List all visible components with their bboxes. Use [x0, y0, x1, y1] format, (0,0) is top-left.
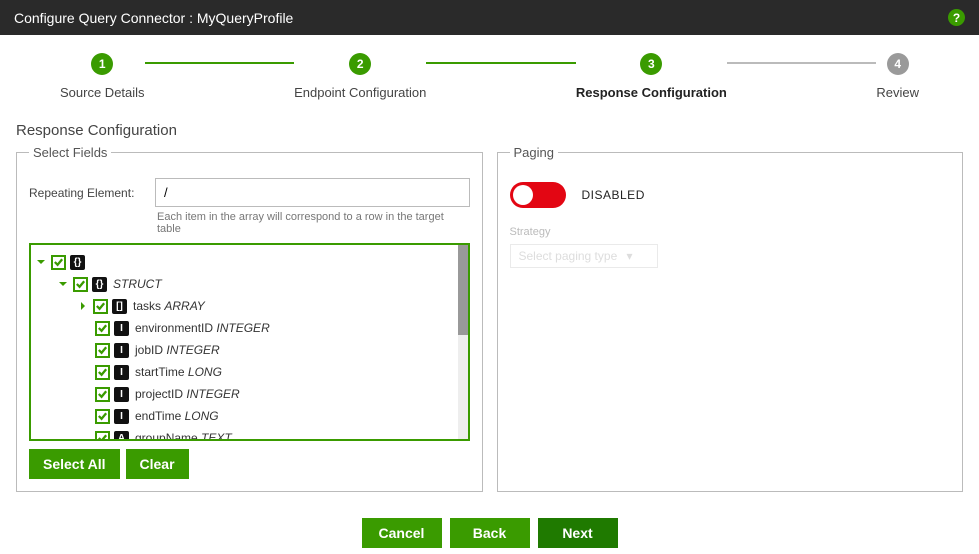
node-name: tasks ARRAY: [133, 299, 205, 313]
cancel-button[interactable]: Cancel: [362, 518, 442, 548]
strategy-placeholder: Select paging type: [519, 249, 618, 263]
step-circle: 3: [640, 53, 662, 75]
step-review[interactable]: 4 Review: [876, 53, 919, 100]
tree-row-field[interactable]: I jobID INTEGER: [35, 339, 454, 361]
repeating-element-label: Repeating Element:: [29, 186, 147, 200]
checkbox[interactable]: [73, 277, 88, 292]
select-all-button[interactable]: Select All: [29, 449, 120, 479]
type-badge-integer-icon: I: [114, 321, 129, 336]
node-label: STRUCT: [113, 277, 162, 291]
type-badge-integer-icon: I: [114, 409, 129, 424]
node-name: startTime LONG: [135, 365, 222, 379]
modal-title: Configure Query Connector : MyQueryProfi…: [14, 10, 293, 26]
type-badge-array-icon: []: [112, 299, 127, 314]
step-response-config[interactable]: 3 Response Configuration: [576, 53, 727, 100]
tree-scrollbar[interactable]: [458, 245, 468, 439]
tree-row-field[interactable]: I startTime LONG: [35, 361, 454, 383]
tree-scrollbar-thumb[interactable]: [458, 245, 468, 335]
tree-row-struct[interactable]: {} STRUCT: [35, 273, 454, 295]
tree-row-field[interactable]: I endTime LONG: [35, 405, 454, 427]
type-badge-text-icon: A: [114, 431, 129, 442]
chevron-down-icon: ▾: [626, 249, 632, 263]
step-source-details[interactable]: 1 Source Details: [60, 53, 145, 100]
checkbox[interactable]: [95, 365, 110, 380]
node-name: jobID INTEGER: [135, 343, 220, 357]
wizard-stepper: 1 Source Details 2 Endpoint Configuratio…: [0, 35, 979, 122]
checkbox[interactable]: [95, 409, 110, 424]
select-fields-panel: Select Fields Repeating Element: Each it…: [16, 145, 483, 492]
step-connector: [426, 62, 576, 64]
step-label: Source Details: [60, 85, 145, 100]
checkbox[interactable]: [51, 255, 66, 270]
step-connector: [727, 62, 877, 64]
type-badge-object-icon: {}: [92, 277, 107, 292]
back-button[interactable]: Back: [450, 518, 530, 548]
step-circle: 2: [349, 53, 371, 75]
next-button[interactable]: Next: [538, 518, 618, 548]
chevron-right-icon[interactable]: [77, 300, 89, 312]
strategy-label: Strategy: [510, 226, 951, 238]
chevron-down-icon[interactable]: [57, 278, 69, 290]
modal-header: Configure Query Connector : MyQueryProfi…: [0, 0, 979, 35]
paging-legend: Paging: [510, 145, 558, 160]
checkbox[interactable]: [95, 387, 110, 402]
type-badge-integer-icon: I: [114, 365, 129, 380]
step-label: Review: [876, 85, 919, 100]
type-badge-integer-icon: I: [114, 343, 129, 358]
checkbox[interactable]: [95, 343, 110, 358]
wizard-footer: Cancel Back Next: [0, 504, 979, 554]
node-name: environmentID INTEGER: [135, 321, 270, 335]
tree-row-tasks[interactable]: [] tasks ARRAY: [35, 295, 454, 317]
node-name: groupName TEXT: [135, 431, 232, 441]
checkbox[interactable]: [93, 299, 108, 314]
node-name: endTime LONG: [135, 409, 219, 423]
step-connector: [145, 62, 295, 64]
tree-row-field[interactable]: I projectID INTEGER: [35, 383, 454, 405]
section-title: Response Configuration: [16, 122, 963, 139]
step-circle: 1: [91, 53, 113, 75]
help-icon[interactable]: ?: [948, 9, 965, 26]
type-badge-integer-icon: I: [114, 387, 129, 402]
repeating-element-hint: Each item in the array will correspond t…: [157, 211, 470, 235]
step-label: Endpoint Configuration: [294, 85, 426, 100]
type-badge-object-icon: {}: [70, 255, 85, 270]
checkbox[interactable]: [95, 431, 110, 442]
chevron-down-icon[interactable]: [35, 256, 47, 268]
tree-row-field[interactable]: A groupName TEXT: [35, 427, 454, 441]
clear-button[interactable]: Clear: [126, 449, 189, 479]
paging-toggle-label: DISABLED: [582, 188, 645, 202]
paging-toggle[interactable]: [510, 182, 566, 208]
toggle-knob-icon: [513, 185, 533, 205]
checkbox[interactable]: [95, 321, 110, 336]
strategy-select: Select paging type ▾: [510, 244, 658, 268]
select-fields-legend: Select Fields: [29, 145, 111, 160]
tree-row-root[interactable]: {}: [35, 251, 454, 273]
field-tree[interactable]: {} {} STRUCT [] tasks ARRAY: [29, 243, 470, 441]
step-circle: 4: [887, 53, 909, 75]
tree-row-field[interactable]: I environmentID INTEGER: [35, 317, 454, 339]
repeating-element-input[interactable]: [155, 178, 470, 207]
node-name: projectID INTEGER: [135, 387, 240, 401]
step-endpoint-config[interactable]: 2 Endpoint Configuration: [294, 53, 426, 100]
paging-panel: Paging DISABLED Strategy Select paging t…: [497, 145, 964, 492]
step-label: Response Configuration: [576, 85, 727, 100]
